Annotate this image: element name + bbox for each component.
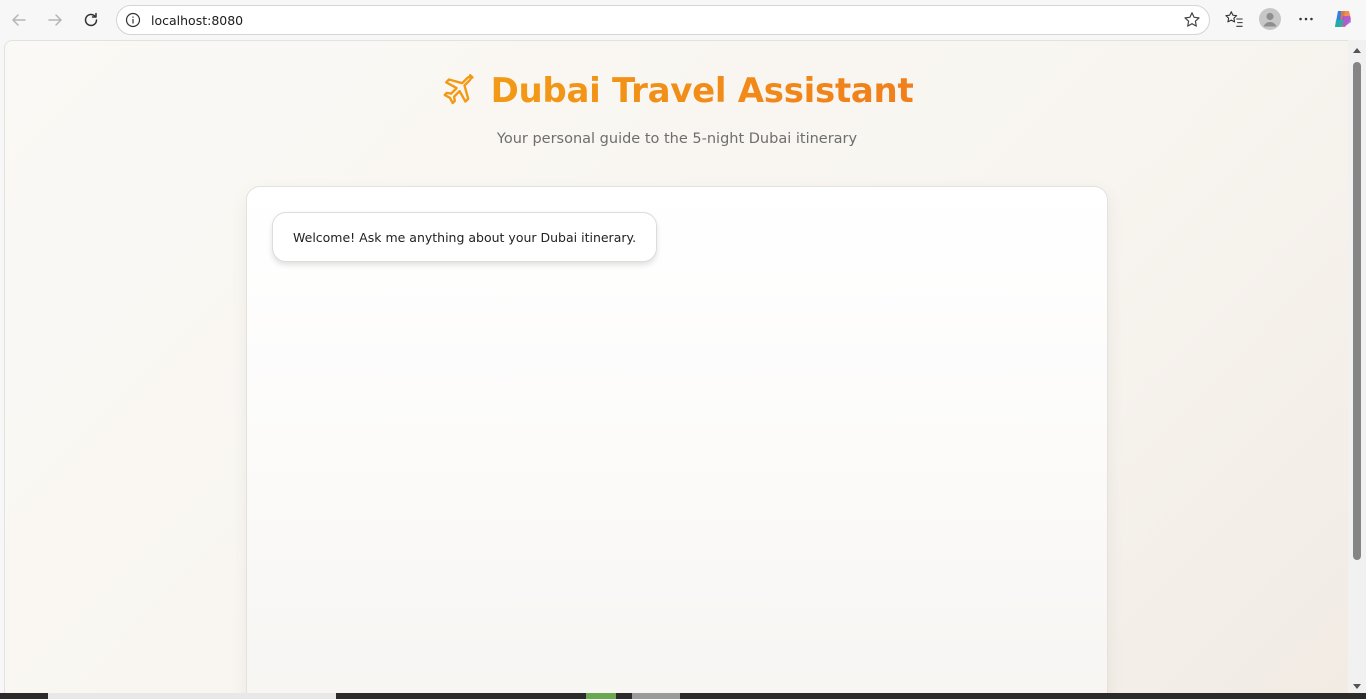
page-viewport: Dubai Travel Assistant Your personal gui…: [4, 40, 1348, 693]
browser-toolbar: localhost:8080: [0, 0, 1366, 40]
taskbar-item[interactable]: [586, 693, 616, 699]
more-horizontal-icon: [1299, 17, 1313, 21]
arrow-left-icon: [12, 14, 26, 26]
back-button[interactable]: [5, 6, 33, 34]
page-scrollbar[interactable]: [1348, 40, 1366, 693]
arrow-right-icon: [48, 14, 62, 26]
taskbar-item[interactable]: [48, 693, 336, 699]
chat-panel: Welcome! Ask me anything about your Duba…: [246, 186, 1108, 693]
copilot-icon: [1335, 11, 1351, 27]
taskbar: [0, 693, 1366, 699]
more-menu-button[interactable]: [1295, 8, 1317, 30]
scrollbar-thumb[interactable]: [1353, 62, 1361, 560]
reload-icon: [84, 12, 98, 27]
forward-button[interactable]: [41, 6, 69, 34]
favorites-button[interactable]: [1223, 8, 1245, 30]
copilot-button[interactable]: [1332, 8, 1354, 30]
favorite-star-icon[interactable]: [1183, 11, 1201, 29]
page-subtitle: Your personal guide to the 5-night Dubai…: [496, 131, 858, 147]
scroll-up-arrow-icon[interactable]: [1353, 48, 1361, 53]
avatar-icon: [1259, 8, 1281, 30]
page-title: Dubai Travel Assistant: [490, 71, 914, 111]
address-bar[interactable]: localhost:8080: [116, 5, 1210, 35]
page-header: Dubai Travel Assistant Your personal gui…: [5, 71, 1348, 147]
taskbar-item[interactable]: [632, 693, 680, 699]
info-icon[interactable]: [125, 12, 141, 28]
scroll-down-arrow-icon[interactable]: [1353, 684, 1361, 689]
url-text[interactable]: localhost:8080: [151, 13, 243, 28]
profile-button[interactable]: [1259, 8, 1281, 30]
reload-button[interactable]: [77, 6, 105, 34]
favorites-list-icon: [1225, 11, 1243, 27]
airplane-icon: [443, 74, 474, 105]
title-row: Dubai Travel Assistant: [5, 71, 1348, 111]
assistant-message-bubble: Welcome! Ask me anything about your Duba…: [272, 212, 658, 262]
